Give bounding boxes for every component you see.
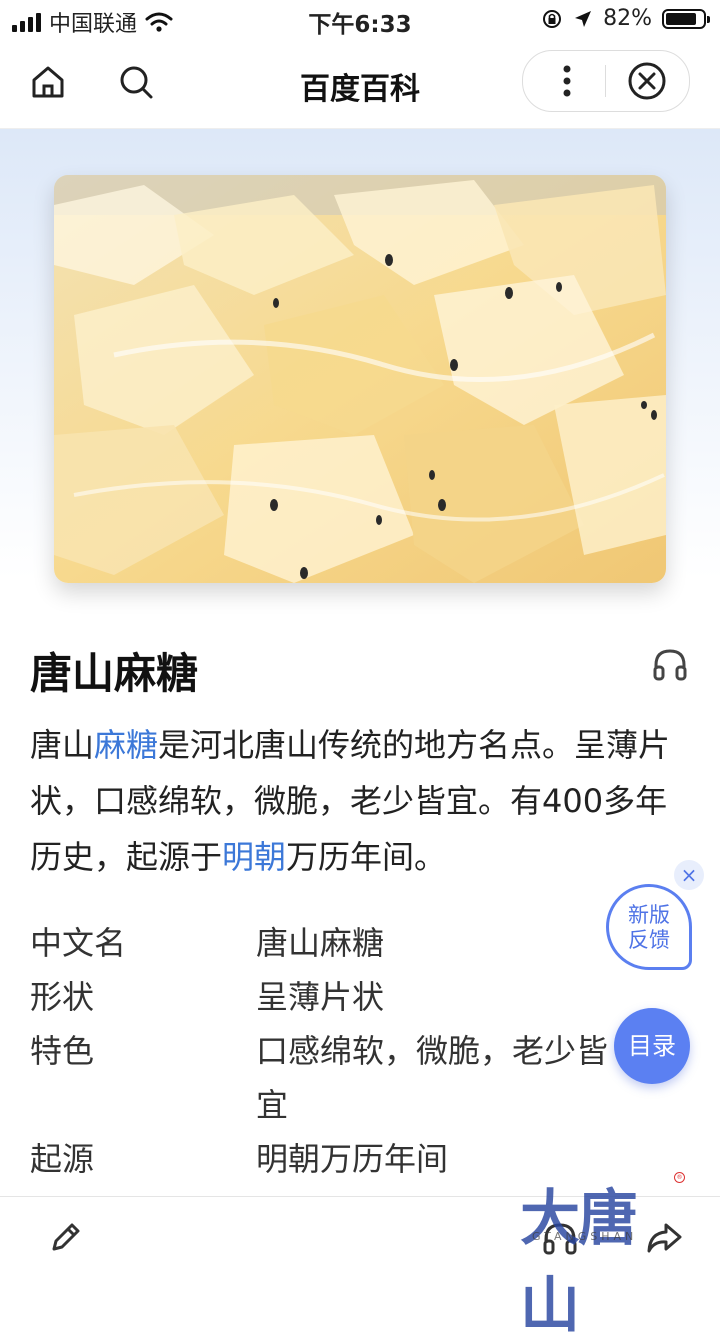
article-title: 唐山麻糖 bbox=[30, 649, 199, 698]
capsule-divider bbox=[605, 65, 606, 97]
article-summary: 唐山麻糖是河北唐山传统的地方名点。呈薄片状，口感绵软，微脆，老少皆宜。有400多… bbox=[30, 717, 690, 885]
pencil-icon[interactable] bbox=[46, 1217, 86, 1257]
feedback-label-line2: 反馈 bbox=[628, 928, 670, 952]
registered-mark-icon: ® bbox=[674, 1172, 685, 1183]
info-key: 特色 bbox=[30, 1032, 95, 1070]
location-icon bbox=[575, 10, 592, 27]
info-row: 中文名 唐山麻糖 bbox=[30, 916, 670, 970]
summary-text: 唐山 bbox=[30, 726, 95, 764]
article-photo[interactable] bbox=[54, 175, 666, 583]
battery-percent: 82% bbox=[603, 6, 652, 31]
info-box: 中文名 唐山麻糖 形状 呈薄片状 特色 口感绵软，微脆，老少皆宜 起源 明朝万历… bbox=[30, 916, 670, 1186]
link-ming-dynasty[interactable]: 明朝 bbox=[222, 838, 286, 876]
info-value: 呈薄片状 bbox=[256, 978, 385, 1016]
summary-text: 万历年间。 bbox=[286, 838, 447, 876]
watermark-subtext: GTANGSHAN bbox=[532, 1230, 638, 1243]
more-icon[interactable] bbox=[545, 59, 589, 103]
info-value: 口感绵软，微脆，老少皆宜 bbox=[256, 1032, 609, 1124]
info-value: 唐山麻糖 bbox=[256, 924, 385, 962]
info-row: 特色 口感绵软，微脆，老少皆宜 bbox=[30, 1024, 670, 1132]
feedback-close-button[interactable]: × bbox=[674, 860, 704, 890]
toc-button[interactable]: 目录 bbox=[614, 1008, 690, 1084]
watermark-logo: 大唐山 GTANGSHAN ® bbox=[520, 1170, 690, 1341]
info-key: 中文名 bbox=[30, 924, 127, 962]
info-key: 形状 bbox=[30, 978, 95, 1016]
feedback-label-line1: 新版 bbox=[628, 903, 670, 927]
feedback-button[interactable]: 新版 反馈 bbox=[606, 884, 692, 970]
status-bar: 中国联通 下午6:33 82% bbox=[0, 0, 720, 40]
nav-bar: 百度百科 bbox=[0, 40, 720, 129]
link-mahtang[interactable]: 麻糖 bbox=[94, 726, 158, 764]
watermark-text: 大唐山 bbox=[520, 1184, 638, 1341]
headphones-icon[interactable] bbox=[650, 645, 690, 685]
sesame-candy-image bbox=[54, 175, 666, 583]
info-row: 形状 呈薄片状 bbox=[30, 970, 670, 1024]
info-key: 起源 bbox=[30, 1140, 95, 1178]
battery-icon bbox=[662, 8, 710, 29]
close-icon[interactable] bbox=[625, 59, 669, 103]
rotation-lock-icon bbox=[543, 9, 562, 28]
mini-program-capsule bbox=[522, 50, 690, 112]
status-right: 82% bbox=[541, 6, 710, 31]
